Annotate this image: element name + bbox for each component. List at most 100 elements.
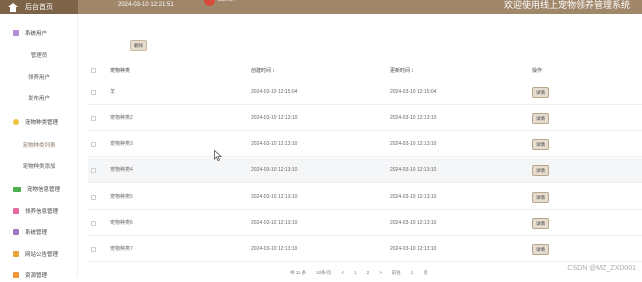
sidebar-item-publish-users[interactable]: 发布用户 — [0, 91, 78, 105]
cell-updated: 2024-03-10 12:13:10 — [390, 220, 437, 226]
cell-created: 2024-03-10 12:13:10 — [251, 194, 298, 200]
column-header-created[interactable]: 创建时间 ↕ — [251, 64, 275, 78]
table-row: 宠物种类5 2024-03-10 12:13:10 2024-03-10 12:… — [88, 185, 642, 210]
column-header-actions: 操作 — [532, 68, 543, 74]
cell-category: 宠物种类5 — [110, 194, 133, 200]
detail-button[interactable]: 详情 — [532, 218, 549, 229]
user-icon — [13, 30, 19, 36]
detail-button[interactable]: 详情 — [532, 139, 549, 150]
sidebar-item-label: 宠物种类列表 — [22, 143, 56, 149]
sidebar-item-notice[interactable]: 网站公告管理 — [0, 247, 78, 261]
table-header: 宠物种类 创建时间 ↕ 更新时间 ↕ 操作 — [88, 64, 642, 78]
row-checkbox[interactable] — [91, 142, 96, 147]
cell-updated: 2024-03-10 12:15:04 — [390, 89, 437, 95]
cell-updated: 2024-03-10 12:13:10 — [390, 115, 437, 121]
top-header: 后台首页 2024-03-10 12:21:51 admin 欢迎使用线上宠物领… — [0, 0, 642, 14]
pet-icon — [13, 186, 21, 192]
goto-page-input[interactable]: 1 — [411, 269, 414, 277]
cell-category: 宠物种类6 — [110, 220, 133, 226]
sidebar-item-pet-category-list[interactable]: 宠物种类列表 — [0, 138, 78, 152]
table-row: 宠物种类7 2024-03-10 12:13:10 2024-03-10 12:… — [88, 237, 642, 262]
table-row: 宠物种类2 2024-03-10 12:13:10 2024-03-10 12:… — [88, 106, 642, 131]
table-row: 宠物种类3 2024-03-10 12:13:10 2024-03-10 12:… — [88, 132, 642, 157]
home-label: 后台首页 — [25, 4, 53, 11]
detail-button[interactable]: 详情 — [532, 113, 549, 124]
pagination: 共 11 条 10条/页 < 1 2 > 前往 1 页 — [290, 269, 428, 277]
cell-updated: 2024-03-10 12:13:10 — [390, 246, 437, 252]
cell-created: 2024-03-10 12:13:10 — [251, 141, 298, 147]
row-checkbox[interactable] — [91, 221, 96, 226]
sidebar-item-adopt-users[interactable]: 领养用户 — [0, 70, 78, 84]
notice-icon — [13, 251, 19, 257]
row-checkbox[interactable] — [91, 195, 96, 200]
detail-button[interactable]: 详情 — [532, 192, 549, 203]
table-row: 宠物种类4 2024-03-10 12:13:10 2024-03-10 12:… — [88, 158, 642, 183]
sidebar-item-label: 管理员 — [30, 53, 48, 59]
watermark: CSDN @MZ_ZXD001 — [567, 265, 636, 272]
pagination-total: 共 11 条 — [290, 270, 307, 275]
goto-label: 前往 — [391, 270, 401, 275]
sidebar-item-admin[interactable]: 管理员 — [0, 48, 78, 62]
sidebar-item-adopt-info[interactable]: 领养信息管理 — [0, 204, 78, 218]
cell-category: 羊 — [110, 89, 116, 95]
current-datetime: 2024-03-10 12:21:51 — [118, 2, 174, 8]
sidebar-item-label: 发布用户 — [27, 96, 50, 102]
column-header-updated[interactable]: 更新时间 ↕ — [390, 64, 414, 78]
next-page-button[interactable]: > — [379, 269, 382, 277]
cell-created: 2024-03-10 12:15:04 — [251, 89, 298, 95]
sidebar-item-label: 宠物种类添加 — [22, 164, 56, 170]
tag-icon — [13, 119, 19, 125]
sidebar-item-pet-category[interactable]: 宠物种类管理 — [0, 115, 78, 129]
form-icon — [13, 208, 19, 214]
cell-updated: 2024-03-10 12:13:10 — [390, 194, 437, 200]
sidebar-item-resource[interactable]: 资源管理 — [0, 268, 78, 282]
sidebar-item-label: 宠物种类管理 — [25, 120, 59, 126]
row-checkbox[interactable] — [91, 168, 96, 173]
system-icon — [13, 229, 19, 235]
cell-category: 宠物种类4 — [110, 167, 133, 173]
sidebar: 系统用户 管理员 领养用户 发布用户 宠物种类管理 宠物种类列表 宠物种类添加 … — [0, 14, 78, 279]
sidebar-item-system[interactable]: 系统管理 — [0, 225, 78, 239]
column-header-category: 宠物种类 — [110, 68, 131, 74]
user-name[interactable]: admin — [218, 0, 234, 3]
table-row: 宠物种类6 2024-03-10 12:13:10 2024-03-10 12:… — [88, 211, 642, 236]
sidebar-item-label: 宠物信息管理 — [27, 187, 61, 193]
cell-created: 2024-03-10 12:13:10 — [251, 167, 298, 173]
cell-category: 宠物种类3 — [110, 141, 133, 147]
cell-created: 2024-03-10 12:13:10 — [251, 220, 298, 226]
row-checkbox[interactable] — [91, 116, 96, 121]
sidebar-item-system-users[interactable]: 系统用户 — [0, 26, 78, 40]
site-title: 欢迎使用线上宠物领养管理系统 — [503, 0, 630, 10]
sidebar-item-label: 领养用户 — [27, 75, 50, 81]
sidebar-item-label: 资源管理 — [25, 273, 48, 279]
row-checkbox[interactable] — [91, 90, 96, 95]
resource-icon — [13, 272, 19, 278]
sidebar-item-pet-category-add[interactable]: 宠物种类添加 — [0, 159, 78, 173]
delete-button[interactable]: 删除 — [130, 40, 147, 51]
cell-updated: 2024-03-10 12:13:10 — [390, 167, 437, 173]
home-icon — [8, 2, 18, 12]
cell-category: 宠物种类2 — [110, 115, 133, 121]
detail-button[interactable]: 详情 — [532, 87, 549, 98]
detail-button[interactable]: 详情 — [532, 244, 549, 255]
sidebar-item-pet-info[interactable]: 宠物信息管理 — [0, 182, 78, 196]
main-content: 删除 宠物种类 创建时间 ↕ 更新时间 ↕ 操作 羊 2024-03-10 12… — [78, 14, 642, 277]
page-unit: 页 — [423, 270, 428, 275]
cell-created: 2024-03-10 12:13:10 — [251, 115, 298, 121]
page-1-button[interactable]: 1 — [354, 269, 357, 277]
avatar[interactable] — [204, 0, 215, 6]
table-row: 羊 2024-03-10 12:15:04 2024-03-10 12:15:0… — [88, 80, 642, 105]
cell-created: 2024-03-10 12:13:10 — [251, 246, 298, 252]
select-all-checkbox[interactable] — [91, 68, 96, 73]
prev-page-button[interactable]: < — [341, 269, 344, 277]
home-link[interactable]: 后台首页 — [0, 0, 78, 14]
sidebar-item-label: 系统用户 — [25, 31, 48, 37]
row-checkbox[interactable] — [91, 247, 96, 252]
cell-category: 宠物种类7 — [110, 246, 133, 252]
sidebar-item-label: 网站公告管理 — [25, 252, 59, 258]
page-size-select[interactable]: 10条/页 — [316, 269, 331, 277]
detail-button[interactable]: 详情 — [532, 165, 549, 176]
mouse-cursor-icon — [214, 150, 222, 161]
sidebar-item-label: 领养信息管理 — [25, 209, 59, 215]
page-2-button[interactable]: 2 — [367, 269, 370, 277]
